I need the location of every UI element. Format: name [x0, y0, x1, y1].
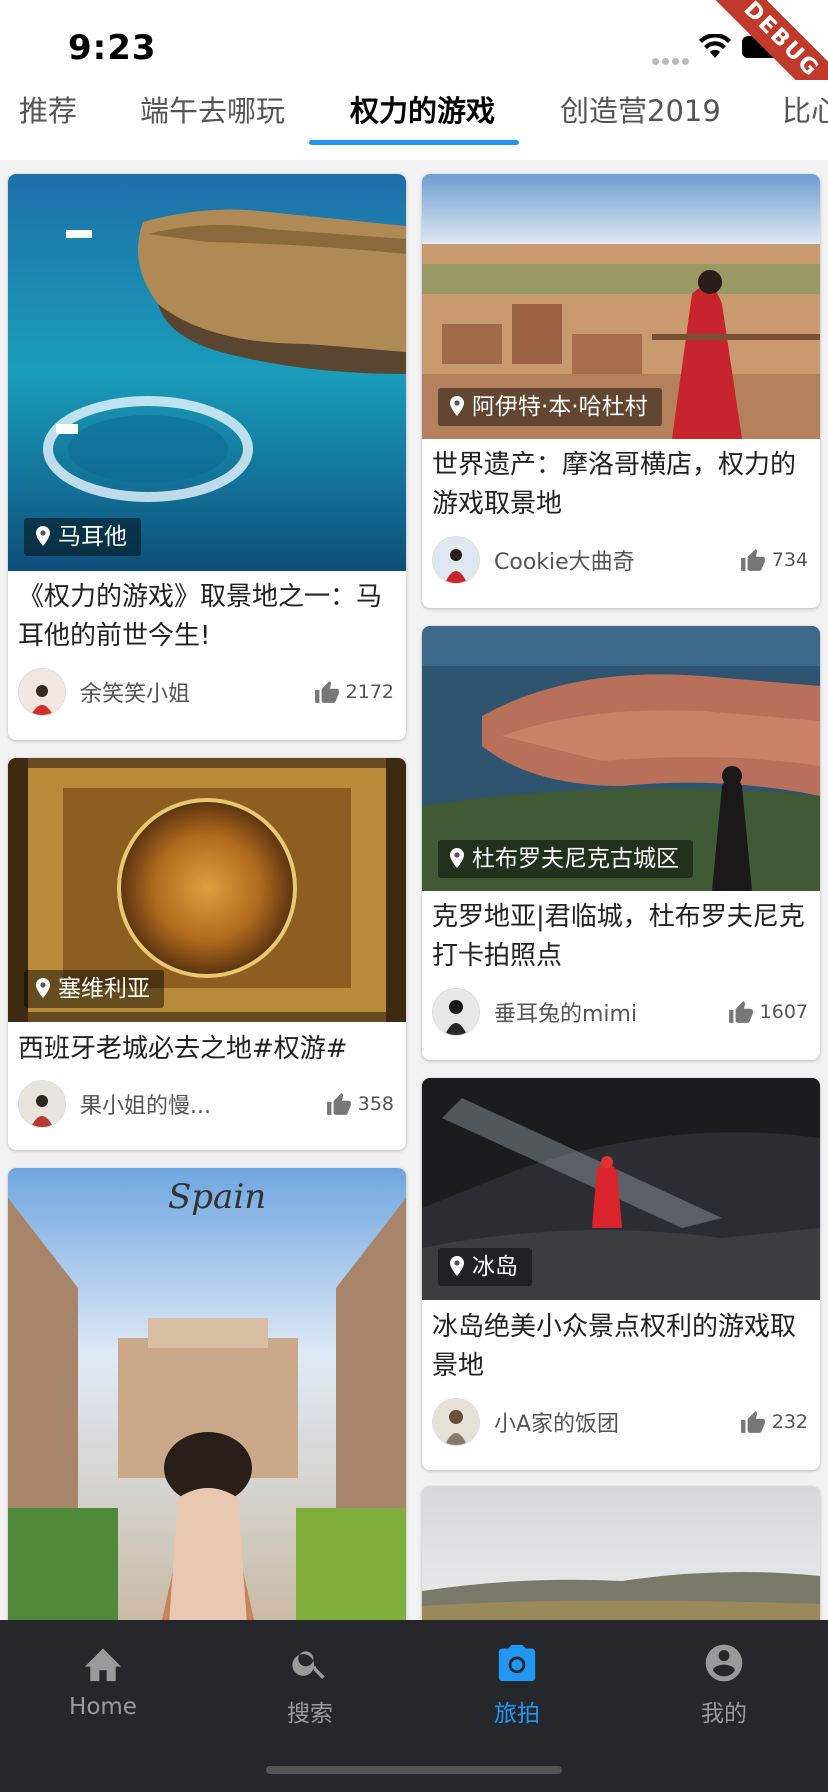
thumb-up-icon — [326, 1093, 351, 1115]
location-badge: 马耳他 — [24, 518, 141, 556]
tab-game-of-thrones[interactable]: 权力的游戏 — [350, 88, 495, 148]
thumb-up-icon — [314, 681, 339, 703]
avatar — [18, 668, 66, 716]
like-number: 734 — [771, 549, 808, 571]
like-count[interactable]: 1607 — [728, 988, 808, 1036]
location-pin-icon — [36, 525, 50, 546]
nav-profile[interactable]: 我的 — [664, 1638, 784, 1728]
location-pin-icon — [36, 977, 50, 998]
nav-profile-label: 我的 — [701, 1701, 747, 1727]
location-pin-icon — [450, 1255, 464, 1276]
location-label: 杜布罗夫尼克古城区 — [472, 846, 679, 872]
like-count[interactable]: 2172 — [314, 668, 394, 716]
travel-card[interactable]: 杜布罗夫尼克古城区 克罗地亚|君临城，杜布罗夫尼克打卡拍照点 垂耳兔的mimi … — [422, 626, 820, 1060]
like-number: 1607 — [759, 1001, 808, 1023]
location-label: 冰岛 — [472, 1254, 518, 1280]
location-label: 阿伊特·本·哈杜村 — [472, 394, 648, 420]
category-tabbar: 推荐 端午去哪玩 权力的游戏 创造营2019 比心 — [0, 80, 828, 148]
thumb-up-icon — [740, 549, 765, 571]
like-count[interactable]: 232 — [740, 1398, 808, 1446]
card-photo — [422, 1486, 820, 1638]
location-label: 塞维利亚 — [58, 976, 150, 1002]
camera-icon — [498, 1644, 536, 1682]
tab-produce-2019[interactable]: 创造营2019 — [560, 88, 721, 148]
avatar — [432, 988, 480, 1036]
nav-travel-photo[interactable]: 旅拍 — [457, 1638, 577, 1728]
card-title: 克罗地亚|君临城，杜布罗夫尼克打卡拍照点 — [432, 902, 805, 971]
thumb-up-icon — [740, 1411, 765, 1433]
author-name: 小A家的饭团 — [494, 1412, 620, 1437]
card-photo: Spain — [8, 1168, 406, 1638]
card-author[interactable]: Cookie大曲奇 — [432, 536, 635, 584]
card-author[interactable]: 垂耳兔的mimi — [432, 988, 637, 1036]
nav-travel-photo-label: 旅拍 — [494, 1701, 540, 1727]
card-author[interactable]: 果小姐的慢... — [18, 1080, 211, 1128]
nav-search-label: 搜索 — [287, 1701, 333, 1727]
travel-card[interactable]: 阿伊特·本·哈杜村 世界遗产：摩洛哥横店，权力的游戏取景地 Cookie大曲奇 … — [422, 174, 820, 608]
location-badge: 冰岛 — [438, 1248, 532, 1286]
card-title: 世界遗产：摩洛哥横店，权力的游戏取景地 — [432, 450, 797, 519]
tab-recommend[interactable]: 推荐 — [19, 88, 77, 148]
like-number: 232 — [771, 1411, 808, 1433]
author-name: 垂耳兔的mimi — [494, 1002, 638, 1027]
location-label: 马耳他 — [58, 524, 127, 550]
card-title: 冰岛绝美小众景点权利的游戏取景地 — [432, 1312, 797, 1381]
author-name: Cookie大曲奇 — [494, 550, 635, 575]
nav-home-label: Home — [69, 1694, 137, 1720]
travel-card[interactable] — [422, 1486, 820, 1638]
location-pin-icon — [450, 395, 464, 416]
like-number: 358 — [357, 1093, 394, 1115]
avatar — [432, 536, 480, 584]
tab-dragon-boat[interactable]: 端午去哪玩 — [140, 88, 285, 148]
thumb-up-icon — [728, 1001, 753, 1023]
location-badge: 杜布罗夫尼克古城区 — [438, 840, 693, 878]
author-name: 果小姐的慢... — [80, 1094, 211, 1119]
nav-home[interactable]: Home — [43, 1638, 163, 1720]
card-author[interactable]: 余笑笑小姐 — [18, 668, 190, 716]
home-indicator — [266, 1766, 562, 1774]
location-badge: 阿伊特·本·哈杜村 — [438, 388, 662, 426]
travel-card[interactable]: 冰岛 冰岛绝美小众景点权利的游戏取景地 小A家的饭团 232 — [422, 1078, 820, 1470]
travel-card[interactable]: 塞维利亚 西班牙老城必去之地#权游# 果小姐的慢... 358 — [8, 758, 406, 1150]
card-photo — [8, 174, 406, 571]
card-title: 西班牙老城必去之地#权游# — [18, 1034, 348, 1064]
location-badge: 塞维利亚 — [24, 970, 164, 1008]
card-title: 《权力的游戏》取景地之一：马耳他的前世今生! — [18, 582, 383, 651]
card-author[interactable]: 小A家的饭团 — [432, 1398, 619, 1446]
status-time: 9:23 — [68, 28, 157, 68]
travel-card[interactable]: 马耳他 《权力的游戏》取景地之一：马耳他的前世今生! 余笑笑小姐 2172 — [8, 174, 406, 740]
wifi-icon — [699, 34, 731, 58]
account-icon — [705, 1644, 743, 1682]
signal-icon — [652, 50, 692, 65]
location-pin-icon — [450, 847, 464, 868]
like-number: 2172 — [345, 681, 394, 703]
nav-search[interactable]: 搜索 — [250, 1638, 370, 1728]
tab-bixin[interactable]: 比心 — [782, 88, 828, 148]
photo-overlay-text: Spain — [168, 1177, 266, 1217]
author-name: 余笑笑小姐 — [80, 682, 191, 707]
avatar — [18, 1080, 66, 1128]
home-icon — [84, 1648, 122, 1682]
search-icon — [292, 1651, 325, 1679]
status-bar: 9:23 DEBUG — [0, 0, 828, 127]
like-count[interactable]: 734 — [740, 536, 808, 584]
like-count[interactable]: 358 — [326, 1080, 394, 1128]
tab-indicator — [309, 140, 519, 145]
travel-card[interactable]: Spain — [8, 1168, 406, 1638]
avatar — [432, 1398, 480, 1446]
